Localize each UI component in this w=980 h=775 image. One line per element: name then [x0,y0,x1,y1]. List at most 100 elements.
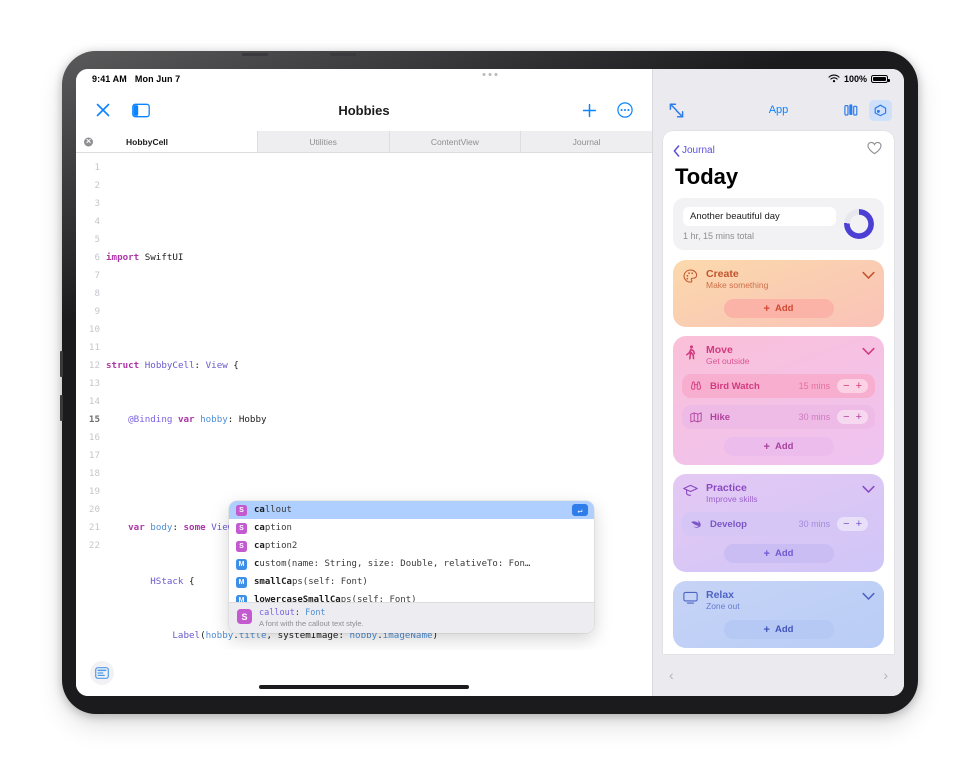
line-number-gutter: 1 2 3 4 5 6 7 8 9 10 11 12 13 14 15 16 17 18 19 20 21 22 [76,159,106,650]
library-books-icon[interactable] [840,100,863,121]
home-indicator [259,685,469,689]
autocomplete-item[interactable]: MlowercaseSmallCaps(self: Font) [229,591,594,602]
line-number: 11 [88,342,100,353]
live-preview-pane: App Journal Today Another beautiful day … [653,69,904,696]
line-number: 1 [94,162,100,173]
category-header: Create Make something [682,268,875,291]
tab-journal[interactable]: Journal [521,131,652,152]
autocomplete-documentation: S callout: Font A font with the callout … [229,602,594,633]
line-number: 7 [94,270,100,281]
category-header: Relax Zone out [682,589,875,612]
line-number: 15 [88,414,100,425]
plus-icon: + [763,547,770,560]
plus-icon[interactable]: + [856,518,862,530]
journal-entry-card: Another beautiful day 1 hr, 15 mins tota… [673,198,884,250]
task-duration: 15 mins [798,381,831,391]
add-activity-button[interactable]: + Add [723,544,834,563]
document-preview-icon[interactable] [90,661,114,685]
autocomplete-item[interactable]: Mcustom(name: String, size: Double, rela… [229,555,594,573]
expand-diagonal-icon[interactable] [665,99,687,121]
tab-close-icon[interactable]: ✕ [84,137,93,146]
autocomplete-item[interactable]: MsmallCaps(self: Font) [229,573,594,591]
add-button-label: Add [774,548,794,559]
plus-icon[interactable] [578,99,600,121]
category-subtitle: Improve skills [706,494,758,504]
add-activity-button[interactable]: + Add [723,620,834,639]
autocomplete-item-label: caption2 [254,541,298,551]
minus-icon[interactable]: − [843,518,849,530]
symbol-badge-icon: S [236,522,247,534]
duration-stepper[interactable]: − + [837,410,868,424]
tab-hobbycell[interactable]: ✕ HobbyCell [76,131,258,152]
app-preview-icon[interactable] [869,99,892,121]
sidebar-toggle-icon[interactable] [130,99,152,121]
category-card[interactable]: Move Get outside Bird Watch 15 mins − + Hike 30… [673,336,884,465]
plus-icon[interactable]: + [856,411,862,423]
add-button-label: Add [774,441,794,452]
task-duration: 30 mins [798,519,831,529]
duration-stepper[interactable]: − + [837,517,868,531]
category-card[interactable]: Practice Improve skills Develop 30 mins − + + A… [673,474,884,572]
plus-icon[interactable]: + [856,380,862,392]
task-row[interactable]: Bird Watch 15 mins − + [682,374,875,398]
ipad-screen: Hobbies ✕ HobbyCell Utilities ContentVie… [76,69,904,696]
autocomplete-item-label: smallCaps(self: Font) [254,577,368,587]
chevron-right-icon[interactable]: › [883,668,888,682]
add-activity-button[interactable]: + Add [723,299,834,318]
chevron-left-icon [673,144,680,157]
add-activity-button[interactable]: + Add [723,437,834,456]
line-number: 14 [88,396,100,407]
category-name: Move [706,344,733,356]
line-number: 12 [88,360,100,371]
chevron-left-icon[interactable]: ‹ [669,668,674,682]
tab-label: Utilities [309,136,337,147]
heart-icon[interactable] [867,141,882,160]
close-icon[interactable] [92,99,114,121]
category-card[interactable]: Create Make something + Add [673,260,884,327]
ellipsis-circle-icon[interactable] [614,99,636,121]
autocomplete-list[interactable]: Scallout ↵ Scaption Scaption2 Mcustom(name: … [229,501,594,602]
line-number: 19 [88,486,100,497]
autocomplete-popup[interactable]: Scallout ↵ Scaption Scaption2 Mcustom(name: … [229,501,594,633]
line-number: 21 [88,522,100,533]
category-card[interactable]: Relax Zone out + Add [673,581,884,648]
category-subtitle: Zone out [706,601,740,611]
code-editor-pane: Hobbies ✕ HobbyCell Utilities ContentVie… [76,69,653,696]
code-area[interactable]: 1 2 3 4 5 6 7 8 9 10 11 12 13 14 15 16 17 18 19 20 21 22 impo… [76,153,652,650]
chevron-down-icon[interactable] [861,268,875,282]
symbol-badge-icon: S [236,540,247,552]
tab-contentview[interactable]: ContentView [389,131,522,152]
method-badge-icon: M [236,594,247,602]
antenna-line [60,395,63,421]
task-row[interactable]: Hike 30 mins − + [682,405,875,429]
app-preview-canvas[interactable]: Journal Today Another beautiful day 1 hr… [663,131,894,654]
plus-icon: + [763,440,770,453]
autocomplete-item-label: callout [254,505,292,515]
line-number: 22 [88,540,100,551]
antenna-line [60,351,63,377]
editor-toolbar: Hobbies [76,89,652,131]
line-number: 6 [94,252,100,263]
tab-utilities[interactable]: Utilities [257,131,390,152]
chevron-down-icon[interactable] [861,589,875,603]
line-number: 3 [94,198,100,209]
entry-text-input[interactable]: Another beautiful day [683,207,836,226]
autocomplete-item[interactable]: Scallout ↵ [229,501,594,519]
preview-pagination: ‹ › [653,654,904,696]
minus-icon[interactable]: − [843,380,849,392]
return-key-icon[interactable]: ↵ [572,504,588,516]
autocomplete-item[interactable]: Scaption [229,519,594,537]
line-number: 2 [94,180,100,191]
minus-icon[interactable]: − [843,411,849,423]
chevron-down-icon[interactable] [861,482,875,496]
task-row[interactable]: Develop 30 mins − + [682,512,875,536]
doc-description: A font with the callout text style. [259,619,364,628]
autocomplete-item[interactable]: Scaption2 [229,537,594,555]
back-button[interactable]: Journal [673,144,715,157]
chevron-down-icon[interactable] [861,344,875,358]
category-subtitle: Make something [706,280,769,290]
binoculars-icon [689,380,703,393]
line-number: 10 [88,324,100,335]
duration-stepper[interactable]: − + [837,379,868,393]
progress-ring [844,209,874,239]
